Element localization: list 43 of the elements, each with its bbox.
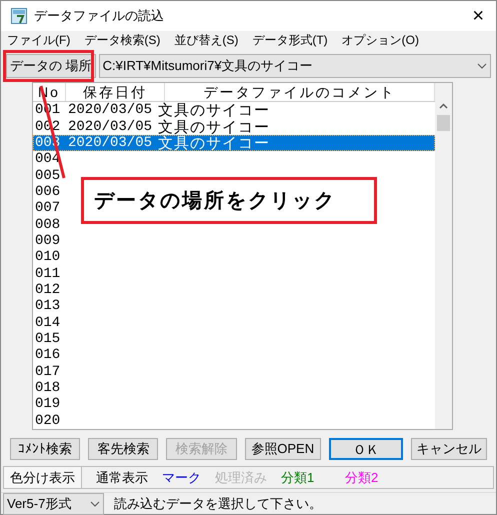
list-row[interactable]: 015: [33, 330, 435, 348]
path-text: C:¥IRT¥Mitsumori7¥文具のサイコー: [102, 57, 314, 76]
list-row[interactable]: 010: [33, 249, 435, 266]
list-row[interactable]: 014: [33, 314, 435, 331]
format-dropdown[interactable]: Ver5-7形式: [3, 493, 104, 515]
legend-item: マーク: [162, 468, 201, 487]
list-row[interactable]: 009: [33, 232, 435, 250]
menu-item[interactable]: データ検索(S): [84, 31, 160, 49]
dialog-button[interactable]: ＯＫ: [328, 438, 403, 460]
legend-item: 分類1: [281, 468, 316, 487]
list-row[interactable]: 018: [33, 380, 435, 396]
list-row[interactable]: 011: [33, 265, 435, 282]
legend-item: 通常表示: [96, 468, 148, 487]
path-dropdown[interactable]: C:¥IRT¥Mitsumori7¥文具のサイコー: [98, 54, 491, 78]
dialog-button[interactable]: キャンセル: [410, 438, 487, 460]
list-row[interactable]: 013: [33, 298, 435, 314]
app-icon: [11, 8, 27, 24]
menu-item[interactable]: オプション(O): [342, 31, 419, 49]
list-row[interactable]: 019: [33, 396, 435, 413]
chevron-down-icon: [90, 501, 100, 507]
list-row[interactable]: 016: [33, 347, 435, 364]
menu-item[interactable]: 並び替え(S): [174, 31, 238, 49]
window-title: データファイルの読込: [34, 7, 164, 26]
legend-item: 処理済み: [215, 468, 267, 487]
scroll-thumb[interactable]: [437, 115, 450, 131]
legend-item: 分類2: [345, 468, 380, 487]
scroll-up-icon[interactable]: [439, 103, 448, 109]
menu-item[interactable]: データ形式(T): [252, 31, 328, 49]
status-message: 読み込むデータを選択して下さい。: [114, 495, 322, 514]
chevron-down-icon: [477, 63, 487, 69]
location-button[interactable]: データの 場所: [6, 54, 96, 78]
menu-item[interactable]: ファイル(F): [7, 31, 70, 49]
dialog-button[interactable]: ｺﾒﾝﾄ検索: [10, 438, 80, 460]
list-row[interactable]: 020: [33, 412, 435, 429]
list-row[interactable]: 017: [33, 364, 435, 380]
dialog-button[interactable]: 参照OPEN: [244, 438, 321, 460]
column-header[interactable]: 保存日付: [66, 83, 165, 101]
legend-label: 色分け表示: [4, 467, 82, 488]
scrollbar[interactable]: [435, 83, 452, 429]
dialog-button[interactable]: 客先検索: [88, 438, 158, 460]
close-button[interactable]: ×: [472, 6, 484, 26]
list-row[interactable]: 012: [33, 282, 435, 298]
callout-tooltip: データの場所をクリック: [81, 177, 377, 224]
